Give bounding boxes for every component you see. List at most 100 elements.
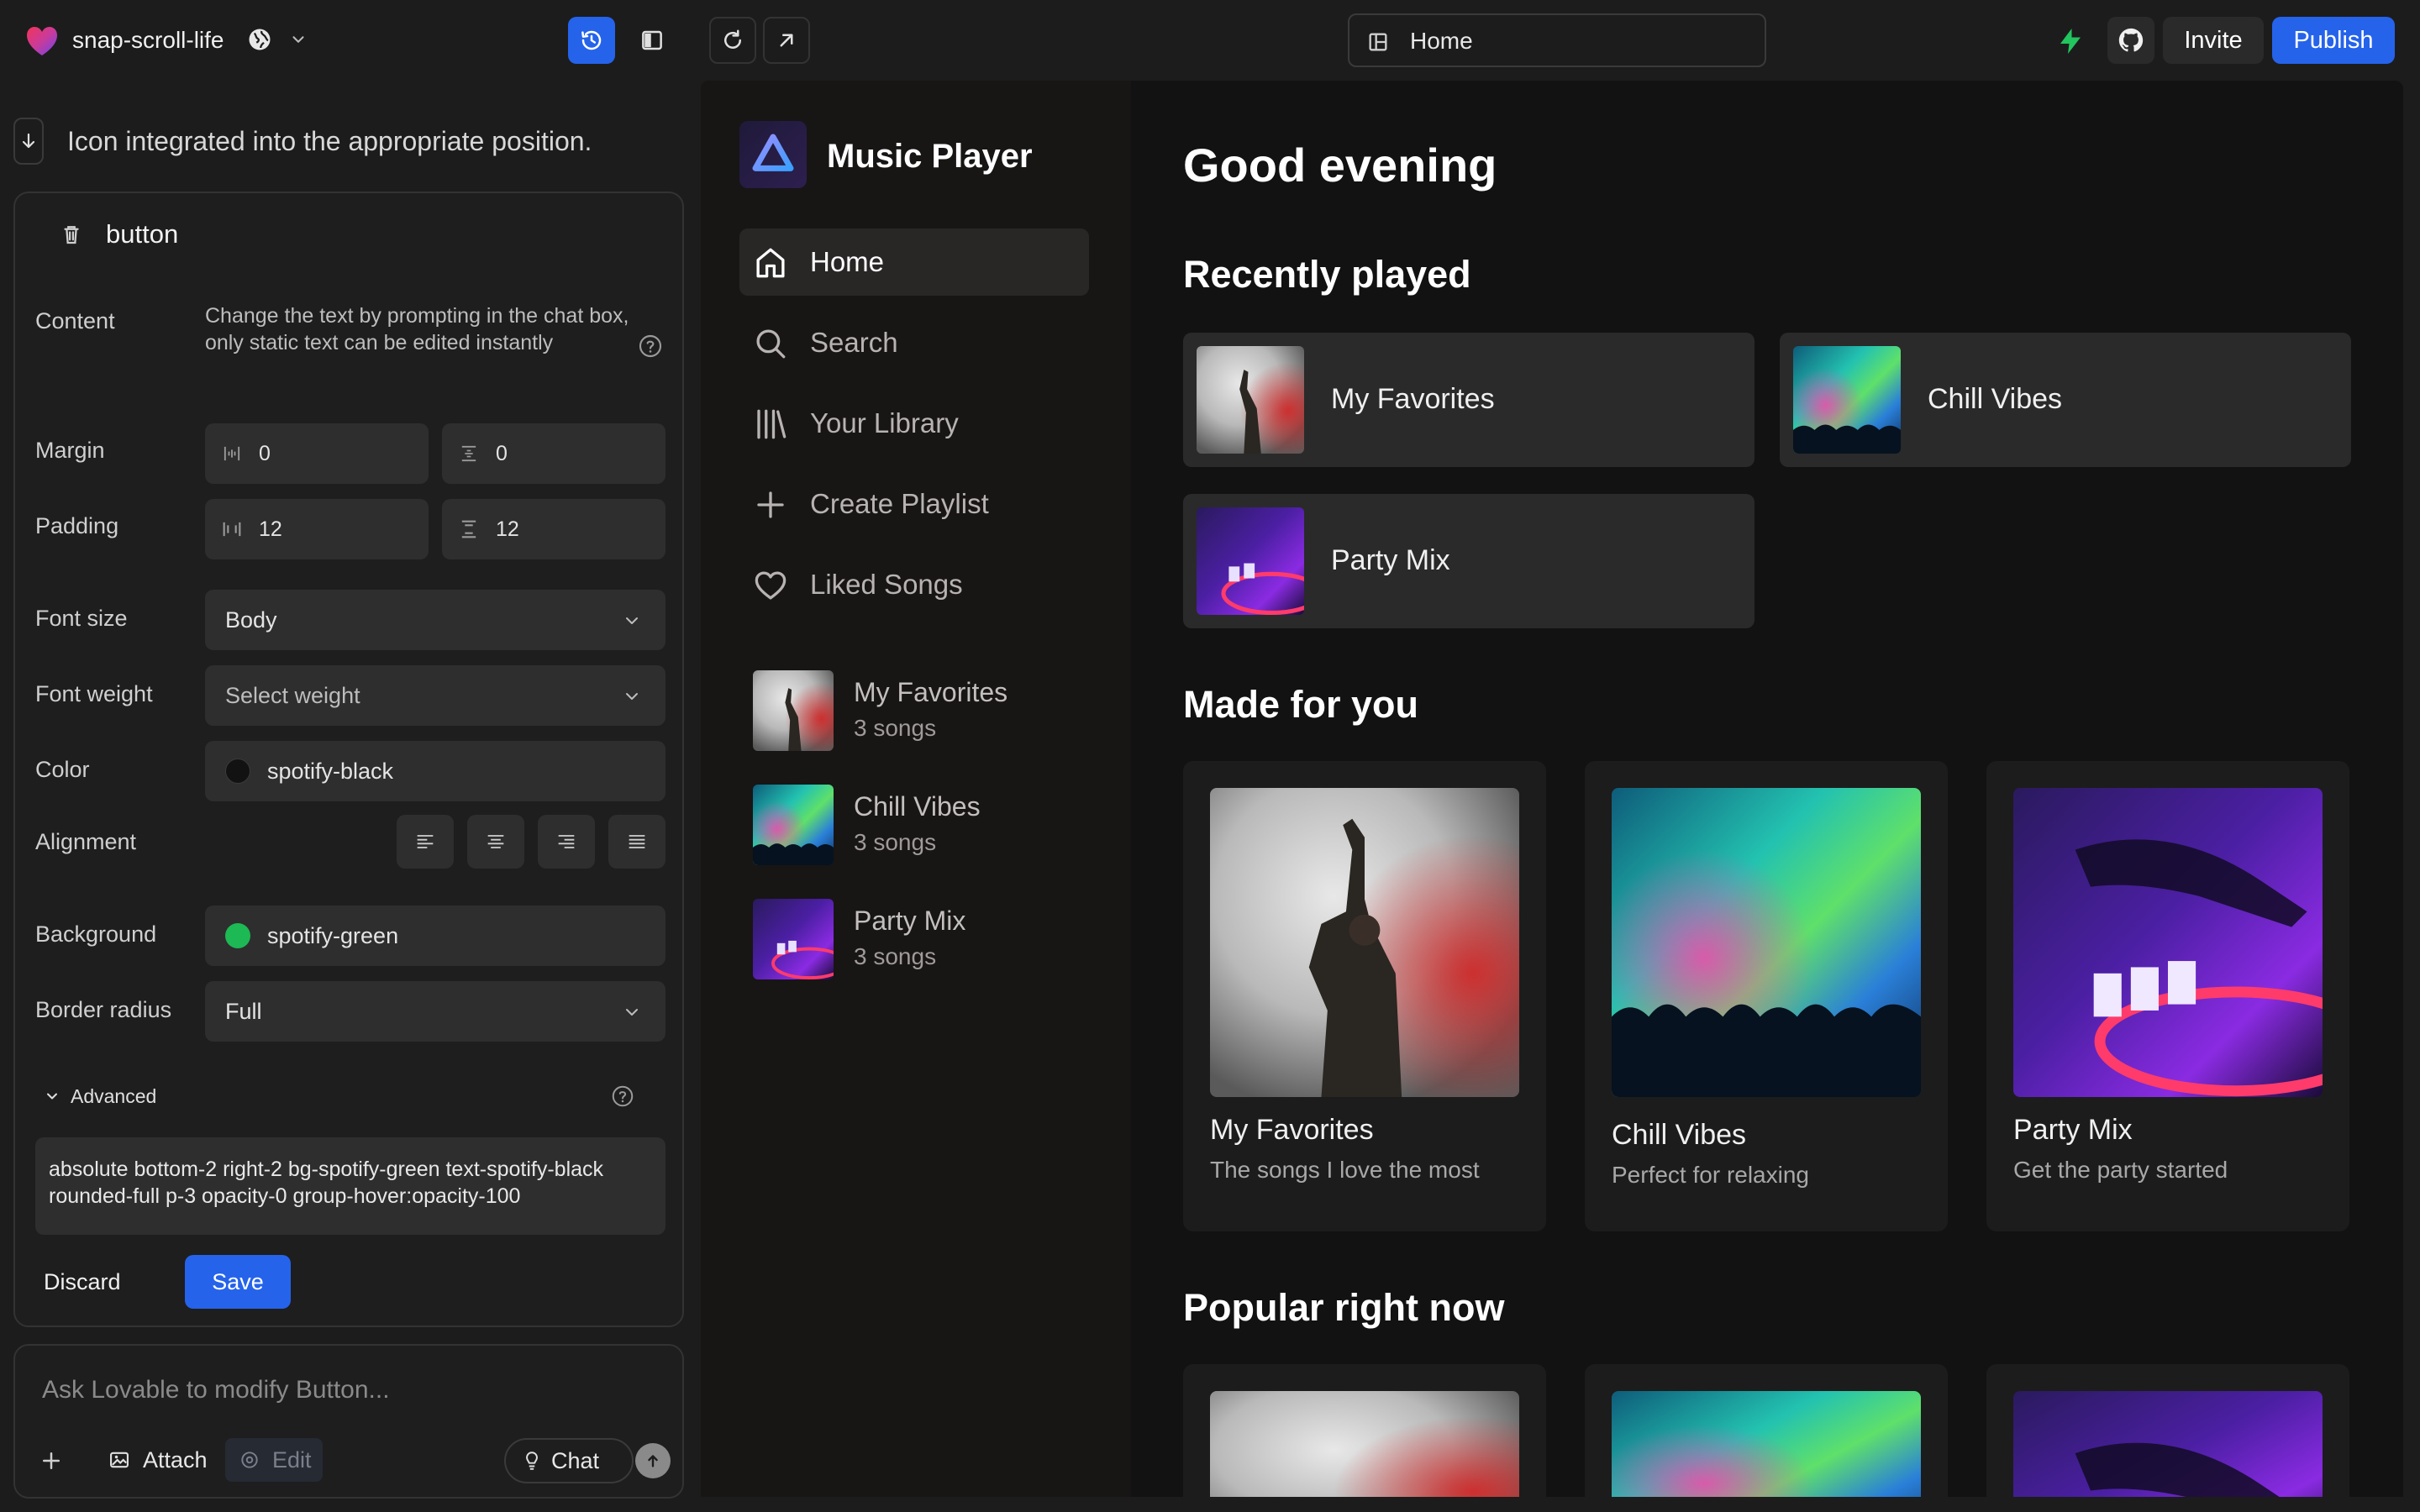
background-select[interactable]: spotify-green bbox=[205, 906, 666, 966]
heart-icon bbox=[755, 571, 786, 600]
align-left-button[interactable] bbox=[397, 815, 454, 869]
sidebar-playlist-chill-vibes[interactable]: Chill Vibes 3 songs bbox=[753, 785, 1106, 869]
playlist-count: 3 songs bbox=[854, 715, 937, 741]
scroll-down-button[interactable] bbox=[13, 118, 44, 165]
nav-label: Search bbox=[810, 327, 898, 358]
globe-icon[interactable] bbox=[247, 27, 272, 52]
layout-icon bbox=[1369, 33, 1387, 51]
send-button[interactable] bbox=[635, 1443, 671, 1478]
sidebar-toggle-icon bbox=[642, 30, 662, 50]
card-cover bbox=[1612, 1391, 1921, 1497]
open-external-button[interactable] bbox=[763, 17, 810, 64]
recent-card-my-favorites[interactable]: My Favorites bbox=[1183, 333, 1754, 467]
nav-label: Create Playlist bbox=[810, 488, 989, 519]
project-name[interactable]: snap-scroll-life bbox=[72, 24, 224, 57]
lovable-logo[interactable] bbox=[25, 25, 59, 57]
card-description: Perfect for relaxing bbox=[1612, 1162, 1809, 1188]
nav-label: Liked Songs bbox=[810, 569, 963, 600]
chat-mode-button[interactable]: Chat bbox=[504, 1438, 634, 1483]
visual-edit-icon bbox=[241, 1452, 258, 1468]
tailwind-classes-textarea[interactable]: absolute bottom-2 right-2 bg-spotify-gre… bbox=[35, 1137, 666, 1235]
made-for-you-card-chill-vibes[interactable]: Chill Vibes Perfect for relaxing bbox=[1585, 761, 1948, 1231]
app-main: Good evening Recently played My Favorite… bbox=[1131, 81, 2403, 1497]
card-cover bbox=[2013, 1391, 2323, 1497]
recent-card-cover bbox=[1197, 507, 1304, 615]
padding-x-value: 12 bbox=[259, 517, 282, 541]
refresh-button[interactable] bbox=[709, 17, 756, 64]
made-for-you-card-party-mix[interactable]: Party Mix Get the party started bbox=[1986, 761, 2349, 1231]
refresh-icon bbox=[724, 29, 741, 49]
align-right-button[interactable] bbox=[538, 815, 595, 869]
align-center-icon bbox=[487, 835, 504, 848]
sidebar-playlist-my-favorites[interactable]: My Favorites 3 songs bbox=[753, 670, 1106, 754]
align-justify-button[interactable] bbox=[608, 815, 666, 869]
nav-home[interactable]: Home bbox=[739, 228, 1089, 296]
card-description: The songs I love the most bbox=[1210, 1157, 1480, 1183]
trash-icon[interactable] bbox=[59, 222, 84, 247]
nav-liked-songs[interactable]: Liked Songs bbox=[739, 551, 1089, 618]
made-for-you-card-my-favorites[interactable]: My Favorites The songs I love the most bbox=[1183, 761, 1546, 1231]
margin-label: Margin bbox=[35, 438, 105, 463]
history-button[interactable] bbox=[568, 17, 615, 64]
discard-button[interactable]: Discard bbox=[44, 1255, 161, 1309]
font-weight-select[interactable]: Select weight bbox=[205, 665, 666, 726]
margin-y-value: 0 bbox=[496, 442, 508, 465]
help-icon[interactable] bbox=[610, 1084, 635, 1109]
sidebar-playlist-party-mix[interactable]: Party Mix 3 songs bbox=[753, 899, 1106, 983]
popular-card[interactable] bbox=[1585, 1364, 1948, 1497]
card-cover bbox=[1210, 1391, 1519, 1497]
margin-x-input[interactable]: 0 bbox=[205, 423, 429, 484]
nav-library[interactable]: Your Library bbox=[739, 390, 1089, 457]
bolt-icon[interactable] bbox=[2055, 25, 2086, 57]
padding-y-input[interactable]: 12 bbox=[442, 499, 666, 559]
popular-card[interactable] bbox=[1183, 1364, 1546, 1497]
recent-card-party-mix[interactable]: Party Mix bbox=[1183, 494, 1754, 628]
popular-card[interactable] bbox=[1986, 1364, 2349, 1497]
playlist-name: Party Mix bbox=[854, 906, 966, 936]
sidebar-toggle-button[interactable] bbox=[629, 17, 676, 64]
border-radius-value: Full bbox=[225, 999, 262, 1024]
chevron-down-icon[interactable] bbox=[289, 30, 308, 49]
margin-y-input[interactable]: 0 bbox=[442, 423, 666, 484]
font-size-select[interactable]: Body bbox=[205, 590, 666, 650]
arrow-up-icon bbox=[648, 1455, 658, 1467]
chat-composer: Attach Edit Chat bbox=[13, 1344, 684, 1499]
content-label: Content bbox=[35, 308, 115, 333]
arrow-down-icon bbox=[22, 133, 35, 149]
color-swatch bbox=[225, 759, 250, 784]
save-button[interactable]: Save bbox=[185, 1255, 291, 1309]
github-button[interactable] bbox=[2107, 17, 2154, 64]
edit-mode-button[interactable]: Edit bbox=[225, 1438, 323, 1482]
align-center-button[interactable] bbox=[467, 815, 524, 869]
margin-x-value: 0 bbox=[259, 442, 271, 465]
publish-button[interactable]: Publish bbox=[2272, 17, 2395, 64]
align-right-icon bbox=[558, 835, 575, 848]
advanced-toggle[interactable]: Advanced bbox=[44, 1082, 212, 1110]
recent-card-chill-vibes[interactable]: Chill Vibes bbox=[1780, 333, 2351, 467]
help-icon[interactable] bbox=[637, 333, 664, 360]
border-radius-select[interactable]: Full bbox=[205, 981, 666, 1042]
margin-horizontal-icon bbox=[224, 446, 240, 461]
history-icon bbox=[581, 30, 602, 50]
attach-button[interactable]: Attach bbox=[94, 1438, 220, 1482]
edit-label: Edit bbox=[272, 1447, 312, 1473]
padding-vertical-icon bbox=[461, 520, 476, 538]
plus-icon[interactable] bbox=[39, 1448, 64, 1473]
nav-search[interactable]: Search bbox=[739, 309, 1089, 376]
url-bar[interactable]: Home bbox=[1348, 13, 1766, 67]
top-bar: snap-scroll-life Home Invite Publish bbox=[0, 0, 2420, 81]
card-title: My Favorites bbox=[1210, 1114, 1374, 1146]
padding-label: Padding bbox=[35, 513, 119, 538]
color-value: spotify-black bbox=[267, 759, 394, 784]
nav-create-playlist[interactable]: Create Playlist bbox=[739, 470, 1089, 538]
margin-vertical-icon bbox=[461, 445, 476, 462]
recent-card-cover bbox=[1197, 346, 1304, 454]
chat-input[interactable] bbox=[42, 1369, 630, 1411]
card-cover bbox=[1612, 788, 1921, 1097]
playlist-count: 3 songs bbox=[854, 829, 937, 855]
color-select[interactable]: spotify-black bbox=[205, 741, 666, 801]
invite-button[interactable]: Invite bbox=[2163, 17, 2264, 64]
font-weight-label: Font weight bbox=[35, 681, 153, 706]
padding-x-input[interactable]: 12 bbox=[205, 499, 429, 559]
app-logo bbox=[739, 121, 807, 188]
